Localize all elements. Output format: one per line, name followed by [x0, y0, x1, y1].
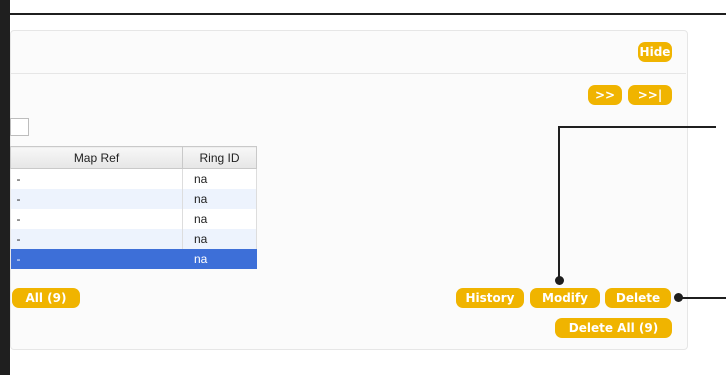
cell-ring-id: na	[182, 229, 257, 249]
cell-map-ref: -	[10, 229, 183, 249]
cell-map-ref: -	[10, 168, 183, 189]
callout-line-modify-top	[558, 126, 716, 128]
callout-dot-delete	[674, 293, 683, 302]
table-row[interactable]: - na	[10, 209, 257, 229]
callout-dot-modify	[555, 276, 564, 285]
window-left-border	[0, 0, 10, 375]
select-all-button[interactable]: All (9)	[12, 288, 80, 308]
column-header-ring-id[interactable]: Ring ID	[182, 146, 257, 169]
cell-ring-id: na	[182, 168, 257, 189]
delete-all-button[interactable]: Delete All (9)	[555, 318, 672, 338]
panel-header-divider	[10, 73, 686, 74]
cell-map-ref: -	[10, 209, 183, 229]
cell-map-ref: -	[10, 189, 183, 209]
table-row[interactable]: - na	[10, 229, 257, 249]
cell-ring-id: na	[182, 249, 257, 269]
callout-line-delete	[680, 297, 726, 299]
table-header-row: Map Ref Ring ID	[10, 146, 257, 169]
column-header-map-ref[interactable]: Map Ref	[10, 146, 183, 169]
filter-input[interactable]	[10, 118, 29, 136]
window-top-border	[10, 13, 726, 15]
next-page-button[interactable]: >>	[588, 85, 622, 105]
records-table: Map Ref Ring ID - na - na - na - na - na	[10, 146, 257, 269]
cell-ring-id: na	[182, 189, 257, 209]
delete-button[interactable]: Delete	[605, 288, 671, 308]
last-page-button[interactable]: >>|	[628, 85, 672, 105]
hide-button[interactable]: Hide	[638, 42, 672, 62]
table-row-selected[interactable]: - na	[10, 249, 257, 269]
table-row[interactable]: - na	[10, 168, 257, 189]
history-button[interactable]: History	[456, 288, 524, 308]
cell-map-ref: -	[10, 249, 183, 269]
modify-button[interactable]: Modify	[530, 288, 600, 308]
cell-ring-id: na	[182, 209, 257, 229]
callout-line-modify	[558, 126, 560, 279]
table-row[interactable]: - na	[10, 189, 257, 209]
